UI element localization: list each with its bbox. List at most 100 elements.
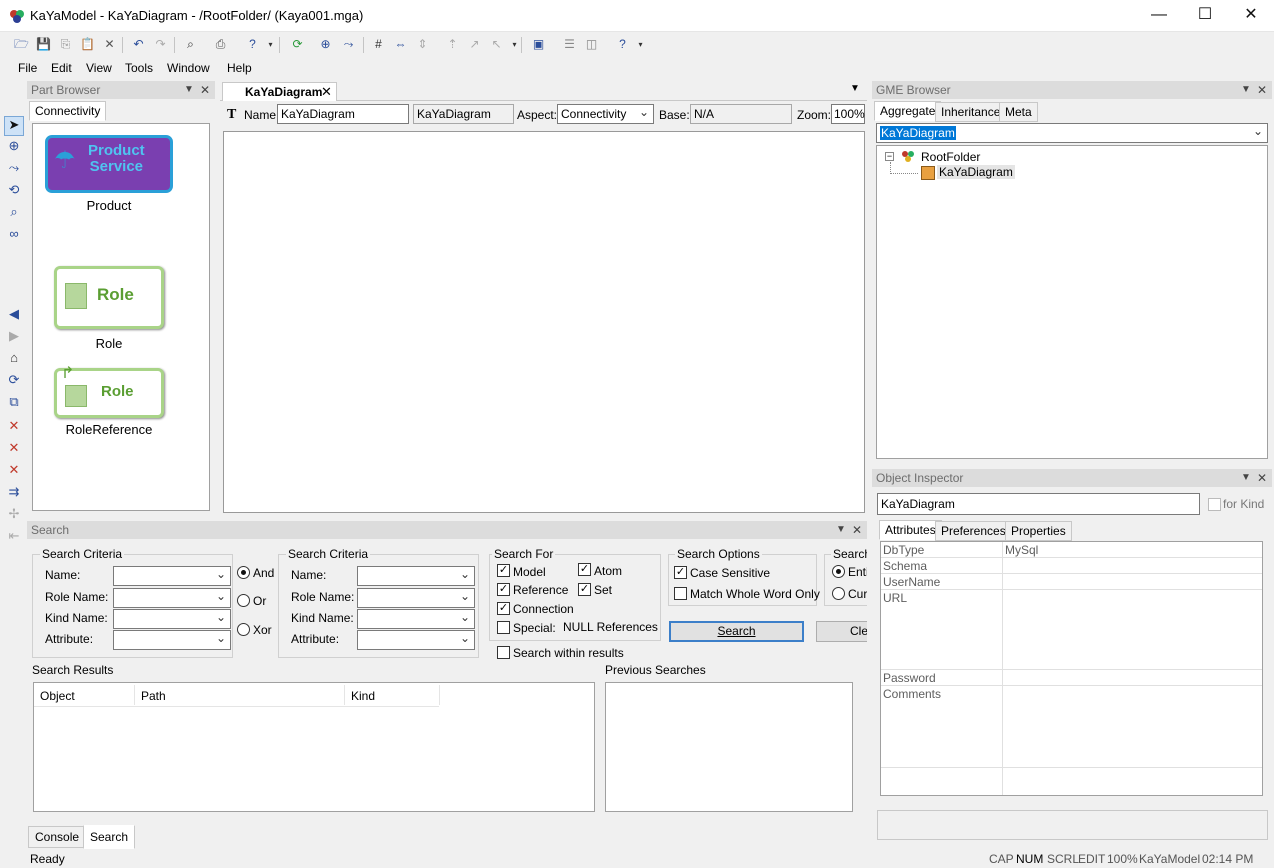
part-product[interactable]: ☂ Product Service (45, 135, 173, 193)
criteria2-attribute-input[interactable] (357, 629, 475, 650)
connect-icon[interactable]: ⤳ (340, 36, 357, 53)
paste-icon[interactable]: 📋 (79, 36, 96, 53)
for-kind-checkbox[interactable] (1208, 498, 1221, 511)
open-folder-icon[interactable]: 🗁 (13, 36, 30, 53)
criteria2-kind-input[interactable] (357, 608, 475, 629)
panel-close-icon[interactable]: ✕ (852, 521, 862, 539)
tab-console[interactable]: Console (28, 826, 87, 848)
tab-aggregate[interactable]: Aggregate (874, 101, 942, 121)
search-button[interactable]: Search (669, 621, 804, 642)
tile-horizontal-icon[interactable]: ☰ (561, 36, 578, 53)
tree-collapse-icon[interactable]: − (885, 152, 894, 161)
remove-icon[interactable]: ✕ (4, 462, 24, 482)
route-right-icon[interactable]: ↗ (466, 36, 483, 53)
panel-close-icon[interactable]: ✕ (200, 81, 210, 99)
name-field[interactable]: KaYaDiagram (277, 104, 409, 124)
panel-menu-icon[interactable]: ▼ (1241, 81, 1251, 99)
cycle-all-icon[interactable]: ⧉ (4, 394, 24, 414)
disconnect-mode-icon[interactable]: ∞ (4, 226, 24, 246)
col-kind[interactable]: Kind (351, 689, 375, 703)
menu-tools[interactable]: Tools (125, 61, 153, 75)
attribute-row[interactable]: UserName (881, 574, 1262, 590)
home-icon[interactable]: ⌂ (4, 350, 24, 370)
refresh-icon[interactable]: ⟳ (289, 36, 306, 53)
tile-vertical-icon[interactable]: ◫ (583, 36, 600, 53)
delete-selected-icon[interactable]: ✕ (4, 418, 24, 438)
back-icon[interactable]: ◀ (4, 306, 24, 326)
toolbar-dropdown-icon[interactable]: ▾ (632, 36, 649, 53)
text-tool-icon[interactable]: T (227, 107, 236, 123)
save-icon[interactable]: 💾 (35, 36, 52, 53)
aspect-select[interactable]: Connectivity (557, 103, 654, 124)
close-tab-icon[interactable]: ✕ (321, 84, 332, 100)
object-name-field[interactable]: KaYaDiagram (877, 493, 1200, 515)
menu-help[interactable]: Help (227, 61, 252, 75)
window-icon[interactable]: ▣ (530, 36, 547, 53)
menu-edit[interactable]: Edit (51, 61, 72, 75)
col-object[interactable]: Object (40, 689, 75, 703)
criteria-role-input[interactable] (113, 587, 231, 608)
context-help-icon[interactable]: ? (614, 36, 631, 53)
panel-menu-icon[interactable]: ▼ (1241, 469, 1251, 487)
tab-meta[interactable]: Meta (999, 102, 1038, 122)
editor-tab[interactable]: KaYaDiagram ✕ (222, 82, 337, 101)
model-checkbox[interactable]: ✓ (497, 564, 510, 577)
scope-entire-radio[interactable] (832, 565, 845, 578)
minimize-button[interactable]: — (1136, 0, 1182, 31)
tab-inheritance[interactable]: Inheritance (935, 102, 1007, 122)
panel-menu-icon[interactable]: ▼ (184, 81, 194, 99)
attribute-row[interactable]: Password (881, 670, 1262, 686)
find-icon[interactable]: ⌕ (182, 36, 199, 53)
zoom-field[interactable]: 100% (831, 104, 865, 124)
search-within-checkbox[interactable] (497, 646, 510, 659)
zoom-mode-icon[interactable]: ⊕ (4, 138, 24, 158)
attach-icon[interactable]: ⇉ (4, 484, 24, 504)
maximize-button[interactable]: ☐ (1182, 0, 1228, 31)
attribute-row[interactable]: DbType MySql (881, 542, 1262, 558)
visualize-mode-icon[interactable]: ⌕ (4, 204, 24, 224)
tab-attributes[interactable]: Attributes (879, 520, 942, 540)
connect-mode-icon[interactable]: ⤳ (4, 160, 24, 180)
radio-or[interactable] (237, 594, 250, 607)
print-icon[interactable]: ⎙ (212, 36, 229, 53)
grid-icon[interactable]: # (370, 36, 387, 53)
delete-icon[interactable]: ✕ (101, 36, 118, 53)
toolbar-dropdown-icon[interactable]: ▾ (262, 36, 279, 53)
criteria-name-input[interactable] (113, 565, 231, 586)
menu-view[interactable]: View (86, 61, 112, 75)
search-results-list[interactable]: Object Path Kind (33, 682, 595, 812)
criteria2-name-input[interactable] (357, 565, 475, 586)
atom-checkbox[interactable]: ✓ (578, 563, 591, 576)
route-up-icon[interactable]: ⇡ (444, 36, 461, 53)
criteria2-role-input[interactable] (357, 587, 475, 608)
tab-search[interactable]: Search (83, 825, 136, 849)
undo-icon[interactable]: ↶ (130, 36, 147, 53)
delete-all-icon[interactable]: ✕ (4, 440, 24, 460)
copy-icon[interactable]: ⎘ (57, 36, 74, 53)
previous-searches-list[interactable] (605, 682, 853, 812)
zoom-select-icon[interactable]: ⊕ (317, 36, 334, 53)
tab-preferences[interactable]: Preferences (935, 521, 1012, 541)
special-checkbox[interactable] (497, 621, 510, 634)
part-role[interactable]: Role (54, 266, 164, 329)
attribute-row[interactable]: Comments (881, 686, 1262, 768)
set-checkbox[interactable]: ✓ (578, 583, 591, 596)
set-mode-icon[interactable]: ⟲ (4, 182, 24, 202)
tree-root[interactable]: RootFolder (921, 150, 980, 164)
route-left-icon[interactable]: ↖ (488, 36, 505, 53)
match-whole-checkbox[interactable] (674, 587, 687, 600)
browser-search-select[interactable]: KaYaDiagram (876, 122, 1268, 143)
panel-menu-icon[interactable]: ▼ (836, 521, 846, 539)
panel-close-icon[interactable]: ✕ (1257, 469, 1267, 487)
col-path[interactable]: Path (141, 689, 166, 703)
connection-checkbox[interactable]: ✓ (497, 602, 510, 615)
criteria-attribute-input[interactable] (113, 629, 231, 650)
cycle-aspect-icon[interactable]: ⟳ (4, 372, 24, 392)
align-icon[interactable]: ⇔ (392, 36, 409, 53)
close-button[interactable]: ✕ (1228, 0, 1274, 31)
scope-current-radio[interactable] (832, 587, 845, 600)
panel-close-icon[interactable]: ✕ (1257, 81, 1267, 99)
criteria-kind-input[interactable] (113, 608, 231, 629)
move-back-icon[interactable]: ⇤ (4, 528, 24, 548)
radio-and[interactable] (237, 566, 250, 579)
